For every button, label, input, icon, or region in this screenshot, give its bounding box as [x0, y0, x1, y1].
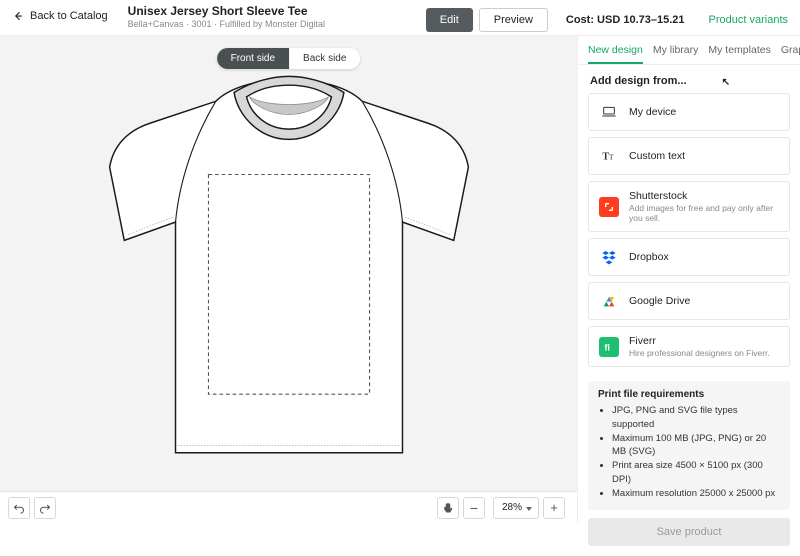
option-dropbox[interactable]: Dropbox	[588, 238, 790, 276]
canvas-area[interactable]: Front side Back side	[0, 36, 577, 491]
arrow-left-icon	[12, 10, 24, 22]
top-bar: Back to Catalog Unisex Jersey Short Slee…	[0, 0, 800, 36]
option-fiverr[interactable]: fi Fiverr Hire professional designers on…	[588, 326, 790, 367]
undo-icon	[13, 502, 25, 514]
undo-button[interactable]	[8, 497, 30, 519]
mockup-side-switch: Front side Back side	[217, 48, 361, 69]
dropbox-icon	[599, 247, 619, 267]
requirement-item: Print area size 4500 × 5100 px (300 DPI)	[612, 459, 780, 487]
option-custom-text[interactable]: TT Custom text	[588, 137, 790, 175]
tab-new-design[interactable]: New design	[588, 44, 643, 64]
product-variants-link[interactable]: Product variants	[709, 14, 788, 26]
shutterstock-icon	[599, 197, 619, 217]
requirements-title: Print file requirements	[598, 389, 780, 400]
requirement-item: Maximum resolution 25000 x 25000 px	[612, 487, 780, 501]
zoom-in-button[interactable]: +	[543, 497, 565, 519]
requirement-item: JPG, PNG and SVG file types supported	[612, 404, 780, 432]
svg-text:fi: fi	[604, 342, 610, 352]
page-subtitle: Bella+Canvas · 3001 · Fulfilled by Monst…	[128, 19, 325, 29]
tab-graphics[interactable]: Graphics	[781, 44, 800, 64]
plus-icon: +	[550, 501, 558, 514]
design-source-list: My device TT Custom text Shutterstock Ad…	[578, 93, 800, 373]
tab-back-side[interactable]: Back side	[289, 48, 360, 69]
text-icon: TT	[599, 146, 619, 166]
tab-front-side[interactable]: Front side	[217, 48, 289, 69]
option-my-device[interactable]: My device	[588, 93, 790, 131]
tab-my-library[interactable]: My library	[653, 44, 699, 64]
laptop-icon	[599, 102, 619, 122]
add-design-from-label: Add design from... ↖	[578, 65, 800, 93]
svg-text:T: T	[609, 152, 614, 161]
cursor-icon: ↖	[722, 77, 730, 88]
cost-label: Cost: USD 10.73–15.21	[566, 14, 685, 26]
edit-button[interactable]: Edit	[426, 8, 473, 32]
side-tabs: New design My library My templates Graph…	[578, 36, 800, 65]
redo-icon	[39, 502, 51, 514]
back-button[interactable]: Back to Catalog	[12, 10, 108, 22]
back-label: Back to Catalog	[30, 10, 108, 22]
minus-icon: −	[470, 501, 478, 515]
canvas-column: Front side Back side	[0, 36, 578, 523]
zoom-level-select[interactable]: 28%	[493, 497, 539, 519]
title-block: Unisex Jersey Short Sleeve Tee Bella+Can…	[128, 4, 325, 29]
save-row: Save product	[578, 510, 800, 556]
redo-button[interactable]	[34, 497, 56, 519]
option-google-drive[interactable]: Google Drive	[588, 282, 790, 320]
google-drive-icon	[599, 291, 619, 311]
requirement-item: Maximum 100 MB (JPG, PNG) or 20 MB (SVG)	[612, 432, 780, 460]
preview-button[interactable]: Preview	[479, 8, 548, 32]
tab-my-templates[interactable]: My templates	[708, 44, 770, 64]
zoom-out-button[interactable]: −	[463, 497, 485, 519]
fiverr-icon: fi	[599, 337, 619, 357]
print-requirements-box: Print file requirements JPG, PNG and SVG…	[588, 381, 790, 510]
page-title: Unisex Jersey Short Sleeve Tee	[128, 4, 325, 18]
side-panel: New design My library My templates Graph…	[578, 36, 800, 523]
hand-icon	[442, 502, 454, 514]
tshirt-mockup	[79, 72, 499, 482]
option-shutterstock[interactable]: Shutterstock Add images for free and pay…	[588, 181, 790, 232]
svg-text:T: T	[602, 151, 609, 162]
pan-button[interactable]	[437, 497, 459, 519]
tshirt-svg	[79, 72, 499, 482]
canvas-toolbar: − 28% +	[0, 491, 577, 523]
main: Front side Back side	[0, 36, 800, 523]
